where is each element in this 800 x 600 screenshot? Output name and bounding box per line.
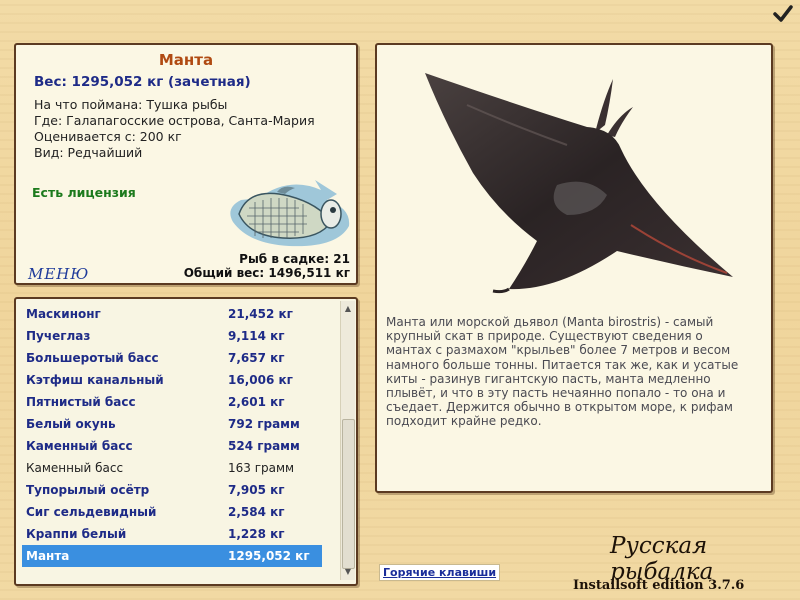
list-item-name: Белый окунь xyxy=(26,417,116,431)
valued-from: Оценивается с: 200 кг xyxy=(34,129,182,144)
list-item[interactable]: Тупорылый осётр 7,905 кг xyxy=(22,479,322,501)
list-item-name: Каменный басс xyxy=(26,439,133,453)
list-item[interactable]: Краппи белый 1,228 кг xyxy=(22,523,322,545)
fish-illustration xyxy=(219,178,356,252)
list-item-name: Краппи белый xyxy=(26,527,127,541)
list-item[interactable]: Пучеглаз 9,114 кг xyxy=(22,325,322,347)
list-item-name: Большеротый басс xyxy=(26,351,159,365)
license-status: Есть лицензия xyxy=(32,185,136,200)
list-item-name: Пятнистый басс xyxy=(26,395,136,409)
list-item-weight: 1295,052 кг xyxy=(228,549,310,563)
list-item-weight: 9,114 кг xyxy=(228,329,285,343)
fish-weight: Вес: 1295,052 кг (зачетная) xyxy=(34,74,251,90)
list-item[interactable]: Маскинонг 21,452 кг xyxy=(22,303,322,325)
location: Где: Галапагосские острова, Санта-Мария xyxy=(34,113,315,128)
list-item-weight: 163 грамм xyxy=(228,461,295,475)
list-item[interactable]: Белый окунь 792 грамм xyxy=(22,413,322,435)
hotkeys-link[interactable]: Горячие клавиши xyxy=(379,564,501,581)
list-item[interactable]: Большеротый басс 7,657 кг xyxy=(22,347,322,369)
fish-image-panel: Манта или морской дьявол (Manta birostri… xyxy=(375,43,773,493)
scrollbar-thumb[interactable] xyxy=(342,419,355,569)
list-item-weight: 7,905 кг xyxy=(228,483,285,497)
list-item-name: Кэтфиш канальный xyxy=(26,373,164,387)
list-item-name: Каменный басс xyxy=(26,461,124,475)
list-item-weight: 2,584 кг xyxy=(228,505,285,519)
list-item[interactable]: Каменный басс 524 грамм xyxy=(22,435,322,457)
fish-info-panel: Манта Вес: 1295,052 кг (зачетная) На что… xyxy=(14,43,358,285)
list-item-weight: 21,452 кг xyxy=(228,307,293,321)
fish-description: Манта или морской дьявол (Manta birostri… xyxy=(386,315,739,429)
edition-label: Installsoft edition 3.7.6 xyxy=(573,578,745,593)
checkmark-icon[interactable] xyxy=(772,3,794,25)
list-item-name: Манта xyxy=(26,549,70,563)
caught-on: На что поймана: Тушка рыбы xyxy=(34,97,228,112)
fish-count: Рыб в садке: 21 xyxy=(239,252,350,266)
species-type: Вид: Редчайший xyxy=(34,145,143,160)
list-item-weight: 1,228 кг xyxy=(228,527,285,541)
list-item-weight: 7,657 кг xyxy=(228,351,285,365)
arrow-up-icon[interactable]: ▲ xyxy=(342,303,354,315)
list-item[interactable]: Кэтфиш канальный 16,006 кг xyxy=(22,369,322,391)
list-item-name: Маскинонг xyxy=(26,307,101,321)
manta-ray-image xyxy=(425,73,733,294)
list-item-weight: 2,601 кг xyxy=(228,395,285,409)
total-weight: Общий вес: 1496,511 кг xyxy=(183,266,350,280)
list-item-name: Сиг сельдевидный xyxy=(26,505,157,519)
list-scrollbar[interactable]: ▲ ▼ xyxy=(340,301,355,580)
list-item[interactable]: Пятнистый басс 2,601 кг xyxy=(22,391,322,413)
menu-button[interactable]: МЕНЮ xyxy=(28,265,89,283)
list-item[interactable]: Каменный басс 163 грамм xyxy=(22,457,322,479)
list-item-weight: 792 грамм xyxy=(228,417,300,431)
catch-list-panel: Маскинонг 21,452 кг Пучеглаз 9,114 кг Бо… xyxy=(14,297,358,586)
list-item-name: Тупорылый осётр xyxy=(26,483,150,497)
list-item-name: Пучеглаз xyxy=(26,329,91,343)
list-item[interactable]: Сиг сельдевидный 2,584 кг xyxy=(22,501,322,523)
list-item-weight: 524 грамм xyxy=(228,439,300,453)
arrow-down-icon[interactable]: ▼ xyxy=(342,566,354,578)
list-item-weight: 16,006 кг xyxy=(228,373,293,387)
fish-name: Манта xyxy=(158,51,214,69)
list-item-selected[interactable]: Манта 1295,052 кг xyxy=(22,545,322,567)
